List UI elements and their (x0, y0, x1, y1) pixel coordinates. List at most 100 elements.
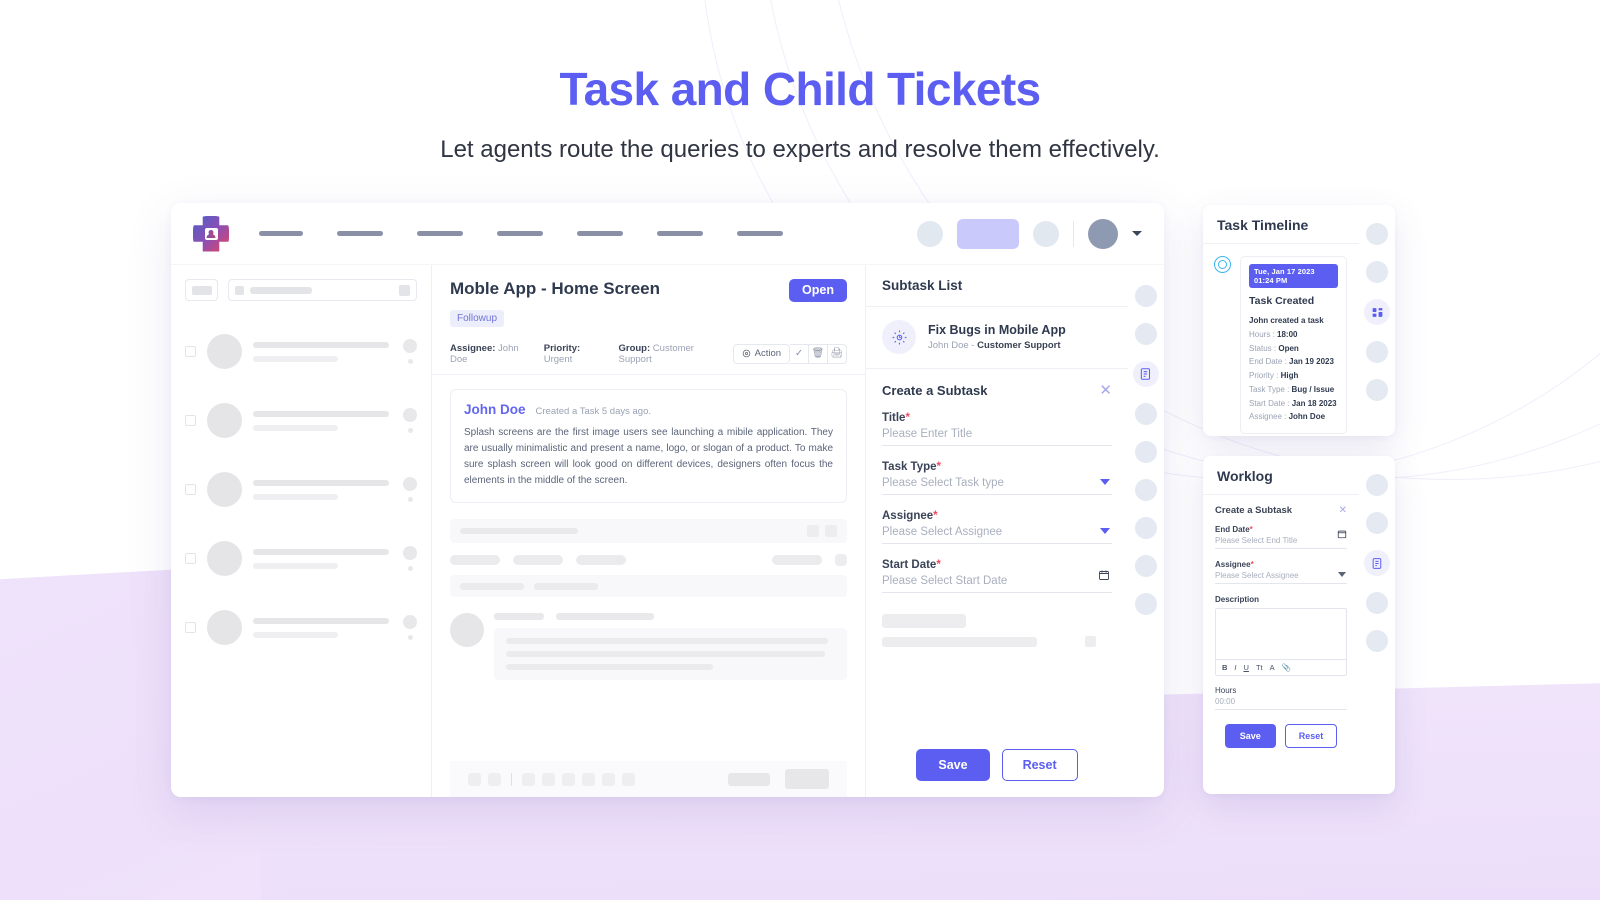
rail-icon-placeholder[interactable] (1366, 512, 1388, 534)
rail-icon-placeholder[interactable] (1135, 403, 1157, 425)
user-avatar[interactable] (1088, 218, 1118, 249)
list-item[interactable] (185, 455, 417, 524)
start-date-input[interactable]: Please Select Start Date (882, 575, 1112, 587)
text-size-icon[interactable]: Tt (1256, 663, 1263, 672)
rail-icon-placeholder[interactable] (1135, 285, 1157, 307)
status-badge[interactable]: Open (789, 279, 847, 302)
check-icon[interactable]: ✓ (790, 343, 810, 364)
list-item-checkbox[interactable] (185, 346, 196, 357)
search-input-placeholder[interactable] (228, 279, 417, 301)
comment-author[interactable]: John Doe (464, 402, 526, 417)
rail-icon-placeholder[interactable] (1366, 630, 1388, 652)
settings-icon (742, 349, 750, 358)
task-timeline-panel: Task Timeline Tue, Jan 17 2023 01:24 PM … (1203, 205, 1395, 436)
title-input[interactable]: Please Enter Title (882, 428, 1112, 440)
toolbar-icon[interactable] (522, 772, 535, 786)
search-icon (235, 285, 244, 295)
field-assignee[interactable]: Assignee* Please Select Assignee (882, 510, 1112, 544)
action-button[interactable]: Action (732, 343, 791, 364)
rail-icon-placeholder[interactable] (1135, 517, 1157, 539)
nav-primary-button-placeholder[interactable] (957, 218, 1019, 249)
toolbar-icon[interactable] (468, 772, 481, 786)
toolbar-secondary-button[interactable] (728, 772, 770, 786)
worklog-field-assignee[interactable]: Assignee* Please Select Assignee (1215, 560, 1347, 584)
app-logo[interactable] (193, 215, 229, 252)
task-type-select[interactable]: Please Select Task type (882, 477, 1112, 489)
chevron-down-icon[interactable] (1338, 572, 1346, 577)
toolbar-icon[interactable] (622, 772, 635, 786)
timeline-row: Assignee : John Doe (1249, 412, 1326, 422)
bold-icon[interactable]: B (1222, 663, 1227, 672)
trash-icon[interactable]: 🗑 (809, 343, 829, 364)
nav-icon-placeholder[interactable] (917, 220, 943, 247)
assignee-select[interactable]: Please Select Assignee (882, 526, 1112, 538)
rail-icon-placeholder[interactable] (1135, 323, 1157, 345)
list-item[interactable] (185, 317, 417, 386)
filter-button-placeholder[interactable] (185, 279, 218, 301)
rail-icon-placeholder[interactable] (1135, 479, 1157, 501)
toolbar-primary-button[interactable] (785, 769, 829, 789)
rail-icon-placeholder[interactable] (1135, 593, 1157, 615)
field-title[interactable]: Title* Please Enter Title (882, 412, 1112, 446)
rail-icon-placeholder[interactable] (1135, 441, 1157, 463)
chevron-down-icon[interactable] (1100, 479, 1110, 485)
search-action-icon[interactable] (399, 284, 410, 296)
worklog-panel-icon[interactable] (1364, 550, 1390, 576)
chevron-down-icon[interactable] (1132, 231, 1142, 236)
rail-icon-placeholder[interactable] (1366, 341, 1388, 363)
toolbar-icon[interactable] (562, 772, 575, 786)
toolbar-icon[interactable] (542, 772, 555, 786)
worklog-field-hours[interactable]: Hours 00:00 (1215, 686, 1347, 710)
toolbar-icon[interactable] (488, 772, 501, 786)
italic-icon[interactable]: I (1234, 663, 1236, 672)
field-start-date[interactable]: Start Date* Please Select Start Date (882, 559, 1112, 593)
list-item-checkbox[interactable] (185, 484, 196, 495)
close-icon[interactable]: ✕ (1099, 383, 1112, 398)
rail-icon-placeholder[interactable] (1366, 592, 1388, 614)
description-textarea[interactable] (1215, 608, 1347, 660)
list-item[interactable] (185, 593, 417, 662)
save-button[interactable]: Save (1224, 724, 1276, 748)
toolbar-icon[interactable] (602, 772, 615, 786)
rail-icon-placeholder[interactable] (1366, 261, 1388, 283)
rail-icon-placeholder[interactable] (1366, 223, 1388, 245)
nav-item-placeholder[interactable] (657, 231, 703, 236)
nav-item-placeholder[interactable] (259, 231, 303, 236)
subtask-panel-icon[interactable] (1133, 361, 1159, 387)
close-icon[interactable]: ✕ (1339, 505, 1347, 516)
print-icon[interactable]: 🖨 (828, 343, 848, 364)
list-item-checkbox[interactable] (185, 622, 196, 633)
reset-button[interactable]: Reset (1284, 724, 1338, 748)
list-item[interactable] (185, 386, 417, 455)
end-date-input[interactable]: Please Select End Title (1215, 536, 1347, 545)
reset-button[interactable]: Reset (1001, 749, 1078, 781)
calendar-icon[interactable] (1337, 526, 1347, 544)
nav-icon-placeholder[interactable] (1033, 220, 1059, 247)
rail-icon-placeholder[interactable] (1366, 379, 1388, 401)
attachment-icon[interactable]: 📎 (1282, 663, 1291, 672)
nav-item-placeholder[interactable] (577, 231, 623, 236)
hours-input[interactable]: 00:00 (1215, 697, 1347, 706)
toolbar-icon[interactable] (582, 772, 595, 786)
chevron-down-icon[interactable] (1100, 528, 1110, 534)
list-item-checkbox[interactable] (185, 553, 196, 564)
text-color-icon[interactable]: A (1270, 663, 1275, 672)
list-item-checkbox[interactable] (185, 415, 196, 426)
nav-item-placeholder[interactable] (737, 231, 783, 236)
field-task-type[interactable]: Task Type* Please Select Task type (882, 461, 1112, 495)
timeline-panel-icon[interactable] (1364, 299, 1390, 325)
worklog-field-end-date[interactable]: End Date* Please Select End Title (1215, 525, 1347, 549)
assignee-select[interactable]: Please Select Assignee (1215, 571, 1347, 580)
rail-icon-placeholder[interactable] (1135, 555, 1157, 577)
save-button[interactable]: Save (916, 749, 990, 781)
calendar-icon[interactable] (1098, 568, 1110, 586)
rail-icon-placeholder[interactable] (1366, 474, 1388, 496)
nav-item-placeholder[interactable] (337, 231, 383, 236)
timeline-card[interactable]: Tue, Jan 17 2023 01:24 PM Task Created J… (1240, 256, 1347, 434)
subtask-list-item[interactable]: Fix Bugs in Mobile App John Doe - Custom… (866, 307, 1128, 369)
underline-icon[interactable]: U (1244, 663, 1249, 672)
nav-item-placeholder[interactable] (497, 231, 543, 236)
list-item[interactable] (185, 524, 417, 593)
skeleton-bar (450, 519, 847, 544)
nav-item-placeholder[interactable] (417, 231, 463, 236)
